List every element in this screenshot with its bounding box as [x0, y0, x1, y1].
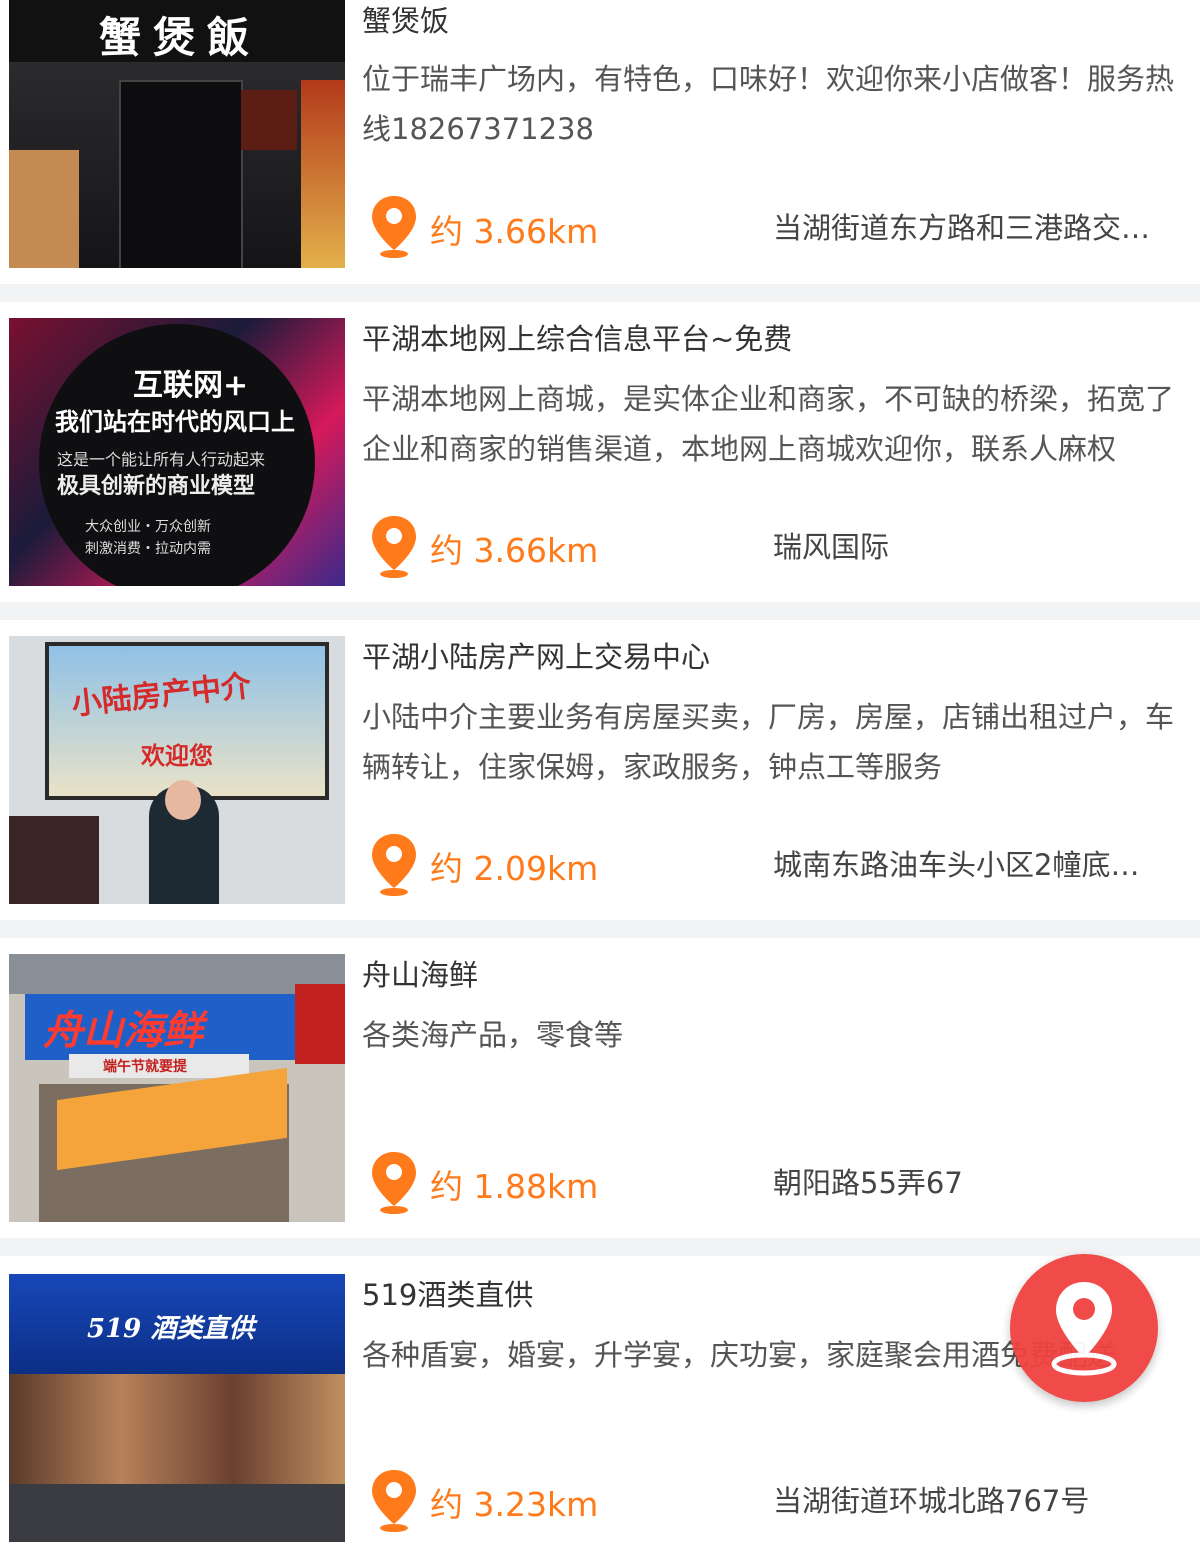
- promo-line: 极具创新的商业模型: [57, 473, 256, 499]
- listing-card[interactable]: 互联网+ 我们站在时代的风口上 这是一个能让所有人行动起来 极具创新的商业模型 …: [0, 302, 1200, 602]
- map-pin-icon: [372, 516, 416, 578]
- listing-card[interactable]: 舟山海鲜 端午节就要提 舟山海鲜 各类海产品，零食等 约 1.88km 朝阳路5…: [0, 938, 1200, 1238]
- listing-thumbnail[interactable]: 蟹煲飯: [9, 0, 345, 268]
- listing-title[interactable]: 蟹煲饭: [362, 0, 449, 40]
- sign-text: 舟山海鲜: [43, 1007, 203, 1054]
- listing-distance: 约 2.09km: [430, 849, 599, 888]
- listing-address: 朝阳路55弄67: [773, 1166, 963, 1200]
- listing-distance: 约 3.23km: [430, 1485, 599, 1524]
- listing-description: 平湖本地网上商城，是实体企业和商家，不可缺的桥梁，拓宽了企业和商家的销售渠道，本…: [362, 382, 1175, 466]
- promo-line: 刺激消费・拉动内需: [85, 541, 211, 557]
- listing-distance: 约 1.88km: [430, 1167, 599, 1206]
- location-fab-icon: [1051, 1282, 1117, 1376]
- listing-description: 小陆中介主要业务有房屋买卖，厂房，房屋，店铺出租过户，车辆转让，住家保姆，家政服…: [362, 700, 1175, 784]
- listing-thumbnail[interactable]: 519 酒类直供: [9, 1274, 345, 1542]
- map-pin-icon: [372, 1152, 416, 1214]
- listing-address: 当湖街道环城北路767号: [773, 1484, 1090, 1518]
- sign-text: 519 酒类直供: [87, 1314, 255, 1344]
- map-pin-icon: [372, 834, 416, 896]
- map-pin-icon: [372, 196, 416, 258]
- promo-line: 我们站在时代的风口上: [55, 407, 295, 436]
- banner-text: 端午节就要提: [103, 1059, 187, 1075]
- listing-address: 城南东路油车头小区2幢底…: [773, 848, 1140, 882]
- location-fab-button[interactable]: [1010, 1254, 1158, 1402]
- promo-line: 这是一个能让所有人行动起来: [57, 450, 266, 469]
- listing-description: 各类海产品，零食等: [362, 1018, 624, 1052]
- listing-distance: 约 3.66km: [430, 531, 599, 570]
- listing-distance: 约 3.66km: [430, 212, 599, 251]
- promo-line: 大众创业・万众创新: [85, 519, 211, 535]
- sign-text: 蟹煲飯: [99, 13, 262, 62]
- listing-card[interactable]: 小陆房产中介 欢迎您 赏 平湖小陆房产网上交易中心 小陆中介主要业务有房屋买卖，…: [0, 620, 1200, 1516]
- listing-address: 当湖街道东方路和三港路交…: [773, 211, 1151, 245]
- listing-thumbnail[interactable]: 舟山海鲜 端午节就要提: [9, 954, 345, 1222]
- promo-line: 互联网+: [133, 368, 249, 403]
- listing-description: 位于瑞丰广场内，有特色，口味好！欢迎你来小店做客！服务热线18267371238: [362, 62, 1175, 146]
- listing-title[interactable]: 平湖本地网上综合信息平台~免费: [362, 316, 792, 358]
- listing-card[interactable]: 蟹煲飯 蟹煲饭 位于瑞丰广场内，有特色，口味好！欢迎你来小店做客！服务热线182…: [0, 0, 1200, 284]
- listing-title[interactable]: 519酒类直供: [362, 1272, 533, 1314]
- map-pin-icon: [372, 1470, 416, 1532]
- listing-title[interactable]: 平湖小陆房产网上交易中心: [362, 634, 710, 676]
- sign-text: 欢迎您: [141, 741, 213, 770]
- listing-title[interactable]: 舟山海鲜: [362, 952, 478, 994]
- listing-thumbnail[interactable]: 互联网+ 我们站在时代的风口上 这是一个能让所有人行动起来 极具创新的商业模型 …: [9, 318, 345, 586]
- listing-address: 瑞风国际: [773, 530, 890, 564]
- listing-thumbnail[interactable]: 小陆房产中介 欢迎您: [9, 636, 345, 904]
